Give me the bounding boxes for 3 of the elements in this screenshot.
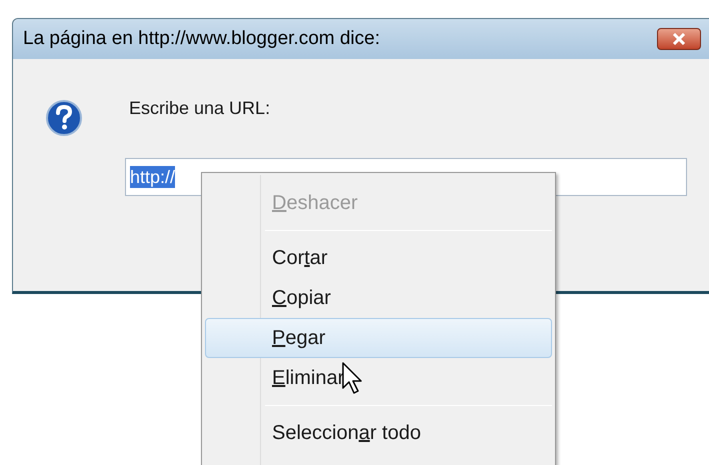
window-title: La página en http://www.blogger.com dice: bbox=[23, 26, 380, 51]
selected-text: http:// bbox=[130, 166, 176, 188]
prompt-message: Escribe una URL: bbox=[129, 97, 272, 120]
